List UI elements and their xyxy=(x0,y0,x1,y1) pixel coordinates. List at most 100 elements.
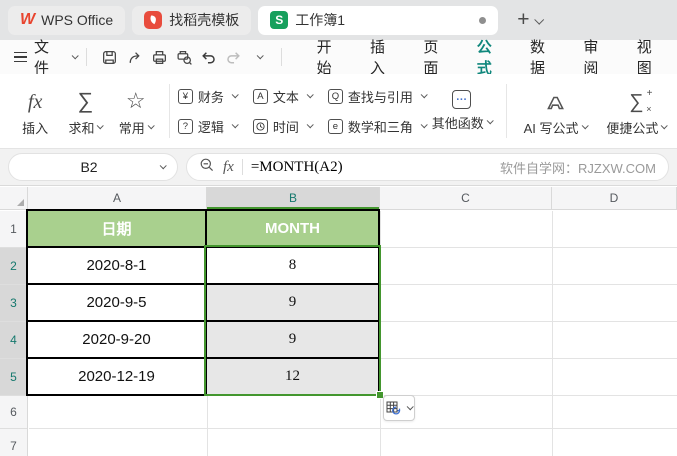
cell-b4[interactable]: 9 xyxy=(207,322,380,359)
cell-b3[interactable]: 9 xyxy=(207,285,380,322)
export-button[interactable] xyxy=(122,45,147,69)
ai-write-formula-button[interactable]: AI 写公式 xyxy=(514,86,595,137)
formulas-ribbon: fx 插入 ∑ 求和 ☆ 常用 ¥ 财务 ? 逻辑 A 文本 时间 Q 查找与引… xyxy=(0,74,677,148)
autosum-button[interactable]: ∑ 求和 xyxy=(60,86,110,137)
cell-b2-active[interactable]: 8 xyxy=(207,248,380,285)
name-box[interactable]: B2 xyxy=(8,153,178,181)
letter-a-icon: A xyxy=(252,88,268,104)
cell-a4[interactable]: 2020-9-20 xyxy=(28,322,207,359)
tab-formulas[interactable]: 公式 xyxy=(477,36,504,86)
cell-a5[interactable]: 2020-12-19 xyxy=(28,359,207,396)
tab-wps-office[interactable]: W WPS Office xyxy=(8,5,126,35)
spreadsheet-icon: S xyxy=(270,11,289,29)
question-icon: ? xyxy=(177,118,193,134)
insert-function-label: 插入 xyxy=(22,120,49,136)
wps-logo-icon: W xyxy=(20,11,35,28)
datetime-label: 时间 xyxy=(272,119,299,135)
tab-list-chevron-icon[interactable] xyxy=(534,14,545,25)
column-header-c[interactable]: C xyxy=(380,187,552,209)
print-preview-button[interactable] xyxy=(172,45,197,69)
undo-button[interactable] xyxy=(196,45,221,69)
divider xyxy=(86,48,88,66)
hamburger-menu-icon[interactable] xyxy=(14,51,27,63)
tab-docer-templates[interactable]: 找稻壳模板 xyxy=(132,5,252,35)
divider xyxy=(241,159,243,175)
tab-data[interactable]: 数据 xyxy=(530,36,557,78)
cell-a3[interactable]: 2020-9-5 xyxy=(28,285,207,322)
formula-text[interactable]: =MONTH(A2) xyxy=(251,159,343,176)
quick-access-chevron-icon[interactable] xyxy=(246,45,271,69)
name-box-chevron-icon[interactable] xyxy=(159,161,167,169)
data-table: 日期 MONTH 2020-8-1 8 2020-9-5 9 2020-9-20… xyxy=(26,209,380,396)
math-trig-button[interactable]: e 数学和三角 xyxy=(327,113,428,139)
redo-button[interactable] xyxy=(221,45,246,69)
chevron-down-icon xyxy=(306,90,314,98)
tab-wps-office-label: WPS Office xyxy=(41,12,114,28)
column-header-d[interactable]: D xyxy=(552,187,677,209)
formula-input-area[interactable]: fx =MONTH(A2) 软件自学网：RJZXW.COM xyxy=(186,153,669,181)
text-functions-button[interactable]: A 文本 xyxy=(252,83,314,109)
fx-icon: fx xyxy=(27,90,43,113)
save-button[interactable] xyxy=(97,45,122,69)
tab-review[interactable]: 审阅 xyxy=(583,36,610,78)
autofill-options-button[interactable] xyxy=(383,395,415,421)
common-functions-label: 常用 xyxy=(118,120,145,136)
lookup-reference-button[interactable]: Q 查找与引用 xyxy=(327,83,428,109)
divider xyxy=(168,84,170,138)
chevron-down-icon xyxy=(581,121,589,129)
column-header-b[interactable]: B xyxy=(207,187,380,209)
financial-functions-button[interactable]: ¥ 财务 xyxy=(177,83,239,109)
chevron-down-icon xyxy=(306,120,314,128)
cell-b1[interactable]: MONTH xyxy=(207,211,380,248)
tab-home[interactable]: 开始 xyxy=(317,36,344,78)
row-header-6[interactable]: 6 xyxy=(0,396,27,429)
row-header-7[interactable]: 7 xyxy=(0,429,27,456)
magnifier-icon: Q xyxy=(327,88,343,104)
formula-bar: B2 fx =MONTH(A2) 软件自学网：RJZXW.COM xyxy=(0,148,677,186)
datetime-functions-button[interactable]: 时间 xyxy=(252,113,314,139)
tab-workbook1[interactable]: S 工作簿1 xyxy=(258,5,499,35)
row-header-1[interactable]: 1 xyxy=(0,211,27,248)
wps-spreadsheet-window: W WPS Office 找稻壳模板 S 工作簿1 + 文件 开始 插入 页面 … xyxy=(0,0,677,456)
file-menu-chevron-icon[interactable] xyxy=(71,51,79,59)
function-category-group: ¥ 财务 ? 逻辑 A 文本 时间 Q 查找与引用 e 数学和三角 xyxy=(177,83,428,139)
other-functions-button[interactable]: ··· 其他函数 xyxy=(426,90,498,132)
window-tab-bar: W WPS Office 找稻壳模板 S 工作簿1 + xyxy=(0,0,677,40)
sigma-plus-icon: ∑ + × xyxy=(629,87,653,114)
quick-formula-label: 便捷公式 xyxy=(606,120,659,136)
tab-view[interactable]: 视图 xyxy=(637,36,664,78)
logical-functions-button[interactable]: ? 逻辑 xyxy=(177,113,239,139)
docer-icon xyxy=(144,11,163,29)
row-header-3[interactable]: 3 xyxy=(0,285,27,322)
chevron-down-icon xyxy=(97,121,105,129)
row-header-5[interactable]: 5 xyxy=(0,359,27,396)
common-functions-button[interactable]: ☆ 常用 xyxy=(111,86,161,137)
select-all-corner[interactable] xyxy=(0,187,28,209)
chevron-down-icon xyxy=(231,120,239,128)
chevron-down-icon xyxy=(406,402,414,410)
letter-e-icon: e xyxy=(327,118,343,134)
clock-icon xyxy=(252,118,268,134)
tab-page[interactable]: 页面 xyxy=(423,36,450,78)
financial-label: 财务 xyxy=(197,89,224,105)
name-box-value: B2 xyxy=(80,159,98,175)
text-label: 文本 xyxy=(272,89,299,105)
file-menu[interactable]: 文件 xyxy=(34,36,63,78)
row-header-4[interactable]: 4 xyxy=(0,322,27,359)
zoom-out-icon[interactable] xyxy=(199,157,215,178)
fx-insert-function-icon[interactable]: fx xyxy=(223,159,234,176)
cell-b5[interactable]: 12 xyxy=(207,359,380,396)
lookup-reference-label: 查找与引用 xyxy=(347,89,413,105)
cell-a1[interactable]: 日期 xyxy=(28,211,207,248)
insert-function-button[interactable]: fx 插入 xyxy=(10,86,60,137)
new-document-button[interactable]: + xyxy=(511,8,535,32)
row-header-2[interactable]: 2 xyxy=(0,248,27,285)
cell-a2[interactable]: 2020-8-1 xyxy=(28,248,207,285)
tab-insert[interactable]: 插入 xyxy=(370,36,397,78)
column-header-a[interactable]: A xyxy=(28,187,207,209)
ai-formula-icon xyxy=(544,86,566,114)
quick-formula-button[interactable]: ∑ + × 便捷公式 xyxy=(596,86,677,137)
print-button[interactable] xyxy=(147,45,172,69)
ribbon-tabs: 开始 插入 页面 公式 数据 审阅 视图 xyxy=(304,36,677,86)
row-headers: 1 2 3 4 5 6 7 xyxy=(0,211,28,456)
